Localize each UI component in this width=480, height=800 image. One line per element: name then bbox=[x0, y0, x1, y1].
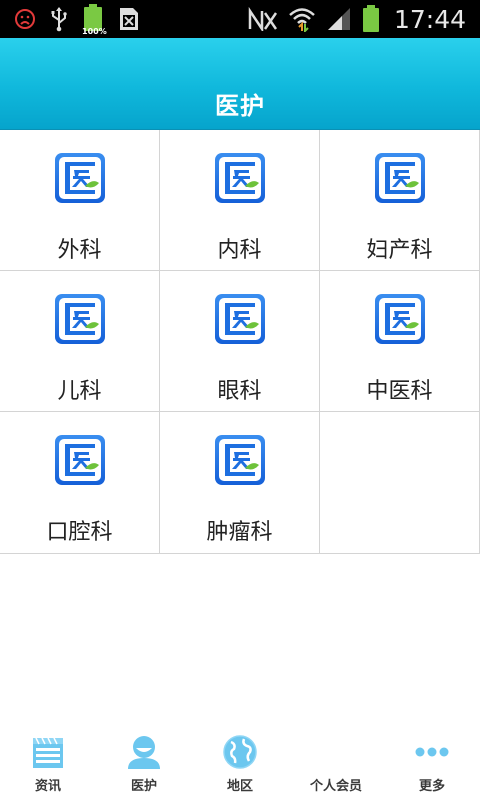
department-tile-4[interactable]: 眼科 bbox=[160, 271, 320, 412]
battery-full-icon: 100% bbox=[82, 4, 107, 36]
hospital-icon bbox=[215, 294, 265, 344]
nav-item-region[interactable]: 地区 bbox=[192, 726, 288, 800]
news-icon bbox=[33, 737, 63, 768]
no-signal-icon bbox=[248, 7, 278, 31]
battery-percent-label: 100% bbox=[82, 27, 107, 36]
nav-item-medical[interactable]: 医护 bbox=[96, 726, 192, 800]
department-tile-5[interactable]: 中医科 bbox=[320, 271, 480, 412]
nav-label: 个人会员 bbox=[309, 779, 362, 794]
department-label: 中医科 bbox=[366, 379, 433, 404]
app-header: 医护 bbox=[0, 38, 480, 130]
hospital-icon bbox=[375, 294, 425, 344]
page-title: 医护 bbox=[215, 92, 265, 120]
status-time: 17:44 bbox=[393, 4, 466, 34]
cell-signal-icon bbox=[326, 7, 352, 31]
department-tile-2[interactable]: 妇产科 bbox=[320, 130, 480, 271]
department-grid: 外科 内科 妇产科 儿科 眼科 中医科 口腔科 肿瘤科 bbox=[0, 130, 480, 554]
usb-icon bbox=[50, 6, 68, 32]
department-tile-3[interactable]: 儿科 bbox=[0, 271, 160, 412]
wifi-icon bbox=[288, 6, 316, 32]
nav-label: 更多 bbox=[418, 779, 445, 794]
more-dots-icon bbox=[415, 747, 449, 757]
department-tile-1[interactable]: 内科 bbox=[160, 130, 320, 271]
department-label: 儿科 bbox=[57, 379, 102, 404]
nav-item-more[interactable]: 更多 bbox=[384, 726, 480, 800]
department-label: 口腔科 bbox=[46, 520, 113, 545]
nav-label: 医护 bbox=[130, 779, 157, 794]
department-tile-7[interactable]: 肿瘤科 bbox=[160, 412, 320, 554]
department-tile-0[interactable]: 外科 bbox=[0, 130, 160, 271]
battery-icon bbox=[362, 5, 380, 33]
status-bar-right: 17:44 bbox=[248, 4, 466, 34]
empty-tile bbox=[320, 412, 480, 554]
hospital-icon bbox=[215, 153, 265, 203]
department-label: 内科 bbox=[217, 238, 262, 263]
status-bar-left: 100% bbox=[14, 4, 140, 36]
person-icon bbox=[128, 736, 160, 769]
nav-item-news[interactable]: 资讯 bbox=[0, 726, 96, 800]
department-label: 外科 bbox=[57, 238, 102, 263]
hospital-icon bbox=[215, 435, 265, 485]
status-bar: 100% 17:44 bbox=[0, 0, 480, 38]
hospital-icon bbox=[375, 153, 425, 203]
department-tile-6[interactable]: 口腔科 bbox=[0, 412, 160, 554]
nav-label: 地区 bbox=[226, 779, 253, 794]
department-label: 肿瘤科 bbox=[206, 520, 273, 545]
department-label: 妇产科 bbox=[366, 238, 433, 263]
department-label: 眼科 bbox=[217, 379, 262, 404]
nav-label: 资讯 bbox=[34, 779, 61, 794]
nav-item-member[interactable]: 个人会员 bbox=[288, 726, 384, 800]
hospital-icon bbox=[55, 153, 105, 203]
sim-card-icon bbox=[118, 6, 140, 32]
bottom-nav: 资讯 医护 地区 个人会员 更多 bbox=[0, 726, 480, 800]
hospital-icon bbox=[55, 294, 105, 344]
sad-face-icon bbox=[14, 8, 36, 30]
globe-icon bbox=[223, 735, 257, 769]
hospital-icon bbox=[55, 435, 105, 485]
